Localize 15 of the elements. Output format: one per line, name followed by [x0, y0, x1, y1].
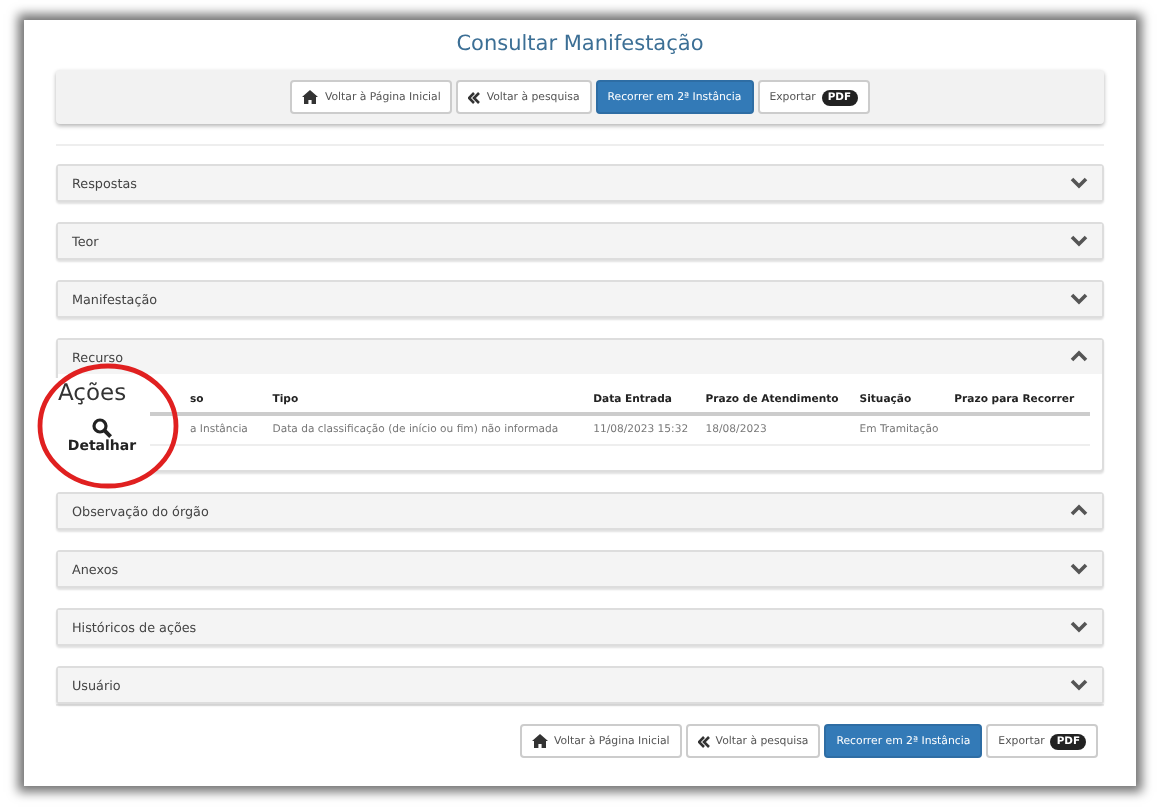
chevron-down-icon[interactable]	[1070, 234, 1088, 248]
chevron-down-icon[interactable]	[1070, 292, 1088, 306]
page-title: Consultar Manifestação	[454, 32, 706, 60]
home-icon	[302, 90, 319, 104]
chevron-down-icon[interactable]	[1070, 176, 1088, 190]
home-icon	[531, 734, 548, 748]
chevron-down-icon[interactable]	[1070, 562, 1088, 576]
chevron-down-icon[interactable]	[1070, 620, 1088, 634]
chevron-up-icon[interactable]	[1070, 504, 1088, 518]
double-chevron-icon	[697, 735, 710, 747]
double-chevron-icon	[468, 91, 481, 103]
highlight-ellipse	[36, 362, 180, 490]
chevron-up-icon[interactable]	[1070, 350, 1088, 364]
chevron-down-icon[interactable]	[1070, 678, 1088, 692]
search-icon	[92, 418, 112, 438]
